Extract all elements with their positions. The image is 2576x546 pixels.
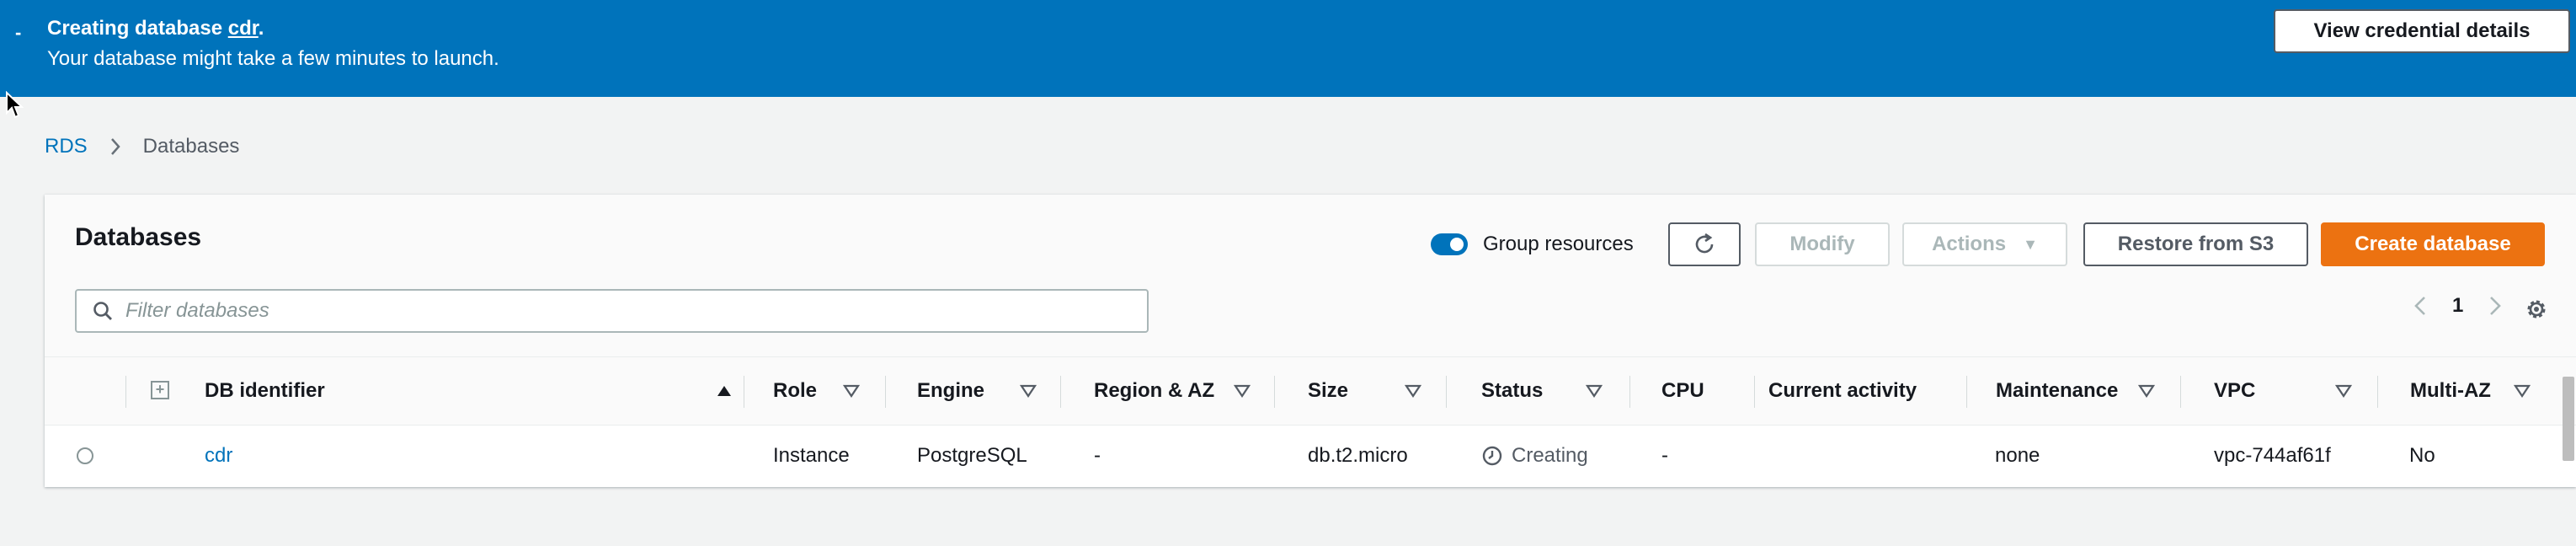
cell-engine: PostgreSQL <box>917 444 1027 467</box>
refresh-button[interactable] <box>1668 222 1741 266</box>
cell-size: db.t2.micro <box>1308 444 1408 467</box>
toggle-switch[interactable] <box>1431 233 1468 255</box>
chevron-right-icon <box>109 137 121 156</box>
table-row[interactable]: cdr Instance PostgreSQL - db.t2.micro Cr… <box>45 426 2576 486</box>
cell-region-az: - <box>1094 444 1101 467</box>
current-page[interactable]: 1 <box>2452 294 2463 318</box>
cell-multi-az: No <box>2409 444 2435 467</box>
cell-status: Creating <box>1481 426 1588 486</box>
create-database-button[interactable]: Create database <box>2321 222 2545 266</box>
clock-icon <box>1481 445 1503 467</box>
status-text: Creating <box>1512 444 1588 467</box>
search-input[interactable]: Filter databases <box>75 289 1149 333</box>
sort-icon[interactable] <box>843 357 860 425</box>
sort-icon[interactable] <box>1020 357 1037 425</box>
actions-button[interactable]: Actions ▼ <box>1902 222 2067 266</box>
cell-maintenance: none <box>1995 444 2040 467</box>
view-credential-details-button[interactable]: View credential details <box>2274 9 2570 53</box>
mouse-cursor-icon <box>6 91 24 119</box>
sort-icon[interactable] <box>2514 357 2531 425</box>
cell-role: Instance <box>773 444 850 467</box>
breadcrumb-rds-link[interactable]: RDS <box>45 135 88 158</box>
column-maintenance[interactable]: Maintenance <box>1996 357 2118 425</box>
sort-icon[interactable] <box>2138 357 2155 425</box>
collapse-icon[interactable]: - <box>15 22 21 44</box>
column-engine[interactable]: Engine <box>917 357 984 425</box>
previous-page-icon[interactable] <box>2413 295 2427 317</box>
group-resources-toggle[interactable]: Group resources <box>1431 233 1634 256</box>
sort-icon[interactable] <box>1234 357 1251 425</box>
flash-banner: - Creating database cdr. Your database m… <box>0 0 2576 97</box>
table-header: + DB identifier Role Engine Region & AZ … <box>45 356 2576 426</box>
pagination: 1 <box>2413 294 2502 318</box>
refresh-icon <box>1695 233 1714 254</box>
cell-vpc: vpc-744af61f <box>2214 444 2331 467</box>
sort-ascending-icon[interactable] <box>716 357 733 425</box>
flash-message: Your database might take a few minutes t… <box>47 47 499 70</box>
column-current-activity[interactable]: Current activity <box>1768 357 1917 425</box>
databases-panel: Databases Group resources Modify Actions… <box>45 195 2576 487</box>
flash-db-link[interactable]: cdr <box>228 17 259 40</box>
column-status[interactable]: Status <box>1481 357 1543 425</box>
column-region-az[interactable]: Region & AZ <box>1094 357 1214 425</box>
column-cpu[interactable]: CPU <box>1661 357 1704 425</box>
search-placeholder: Filter databases <box>125 299 269 322</box>
column-size[interactable]: Size <box>1308 357 1348 425</box>
modify-button[interactable]: Modify <box>1755 222 1890 266</box>
row-select-radio[interactable] <box>77 447 93 464</box>
column-multi-az[interactable]: Multi-AZ <box>2410 357 2491 425</box>
expand-all-icon[interactable]: + <box>151 381 169 399</box>
column-vpc[interactable]: VPC <box>2214 357 2255 425</box>
sort-icon[interactable] <box>1405 357 1421 425</box>
cell-cpu: - <box>1661 444 1668 467</box>
sort-icon[interactable] <box>2335 357 2352 425</box>
breadcrumb: RDS Databases <box>45 135 239 158</box>
search-icon <box>92 300 114 322</box>
db-identifier-link[interactable]: cdr <box>205 426 232 486</box>
panel-header: Databases Group resources Modify Actions… <box>45 195 2576 356</box>
panel-title: Databases <box>75 223 202 251</box>
next-page-icon[interactable] <box>2488 295 2502 317</box>
flash-title: Creating database cdr. <box>47 17 264 40</box>
horizontal-scrollbar[interactable] <box>2563 377 2574 461</box>
breadcrumb-current: Databases <box>142 135 240 158</box>
sort-icon[interactable] <box>1586 357 1603 425</box>
caret-down-icon: ▼ <box>2023 235 2038 253</box>
column-db-identifier[interactable]: DB identifier <box>205 357 325 425</box>
restore-from-s3-button[interactable]: Restore from S3 <box>2083 222 2308 266</box>
group-resources-label: Group resources <box>1483 233 1634 255</box>
gear-icon[interactable] <box>2524 297 2549 322</box>
column-role[interactable]: Role <box>773 357 817 425</box>
